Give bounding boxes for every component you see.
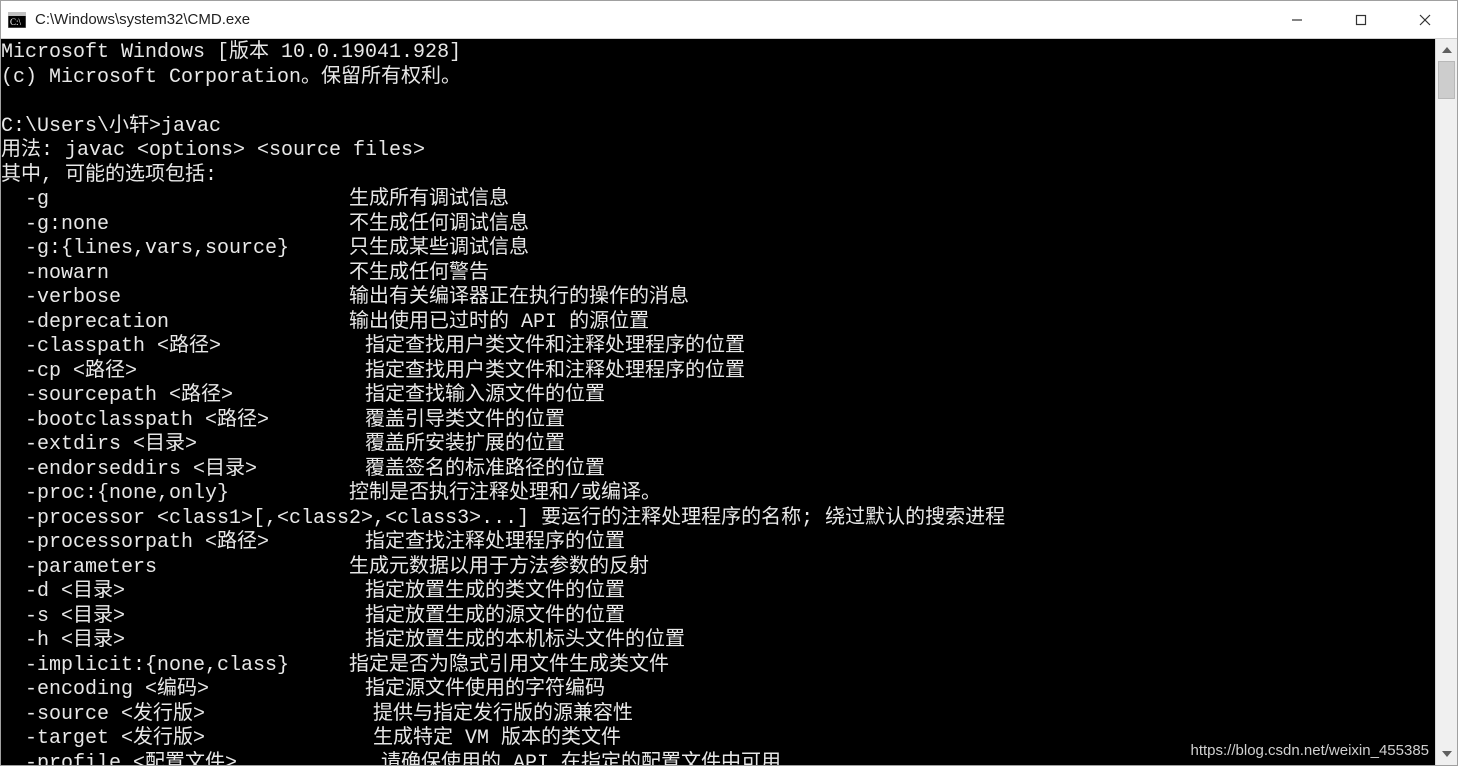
terminal-output[interactable]: Microsoft Windows [版本 10.0.19041.928](c)… <box>1 39 1435 765</box>
terminal-line: Microsoft Windows [版本 10.0.19041.928] <box>1 41 1435 66</box>
cmd-icon: C:\ <box>7 11 27 29</box>
terminal-area: Microsoft Windows [版本 10.0.19041.928](c)… <box>1 39 1457 765</box>
terminal-line: -encoding <编码> 指定源文件使用的字符编码 <box>1 678 1435 703</box>
terminal-line: -source <发行版> 提供与指定发行版的源兼容性 <box>1 703 1435 728</box>
terminal-line: -bootclasspath <路径> 覆盖引导类文件的位置 <box>1 409 1435 434</box>
close-button[interactable] <box>1393 1 1457 39</box>
terminal-line: -extdirs <目录> 覆盖所安装扩展的位置 <box>1 433 1435 458</box>
terminal-line: -nowarn 不生成任何警告 <box>1 262 1435 287</box>
window-title: C:\Windows\system32\CMD.exe <box>35 11 250 28</box>
title-bar[interactable]: C:\ C:\Windows\system32\CMD.exe <box>1 1 1457 39</box>
terminal-line: -h <目录> 指定放置生成的本机标头文件的位置 <box>1 629 1435 654</box>
terminal-line: -g:{lines,vars,source} 只生成某些调试信息 <box>1 237 1435 262</box>
scroll-down-button[interactable] <box>1436 743 1457 765</box>
terminal-line: -d <目录> 指定放置生成的类文件的位置 <box>1 580 1435 605</box>
terminal-line: -deprecation 输出使用已过时的 API 的源位置 <box>1 311 1435 336</box>
minimize-button[interactable] <box>1265 1 1329 39</box>
terminal-line: -verbose 输出有关编译器正在执行的操作的消息 <box>1 286 1435 311</box>
scrollbar-thumb[interactable] <box>1438 61 1455 99</box>
terminal-line: -g:none 不生成任何调试信息 <box>1 213 1435 238</box>
cmd-window: C:\ C:\Windows\system32\CMD.exe Microsof… <box>0 0 1458 766</box>
vertical-scrollbar[interactable] <box>1435 39 1457 765</box>
terminal-line: -cp <路径> 指定查找用户类文件和注释处理程序的位置 <box>1 360 1435 385</box>
terminal-line: -profile <配置文件> 请确保使用的 API 在指定的配置文件中可用 <box>1 752 1435 766</box>
maximize-button[interactable] <box>1329 1 1393 39</box>
terminal-line: -processorpath <路径> 指定查找注释处理程序的位置 <box>1 531 1435 556</box>
terminal-line: -parameters 生成元数据以用于方法参数的反射 <box>1 556 1435 581</box>
terminal-line: -g 生成所有调试信息 <box>1 188 1435 213</box>
terminal-line: -proc:{none,only} 控制是否执行注释处理和/或编译。 <box>1 482 1435 507</box>
svg-text:C:\: C:\ <box>10 17 22 27</box>
terminal-line: -processor <class1>[,<class2>,<class3>..… <box>1 507 1435 532</box>
scrollbar-track[interactable] <box>1436 61 1457 743</box>
terminal-line: -target <发行版> 生成特定 VM 版本的类文件 <box>1 727 1435 752</box>
terminal-line: -classpath <路径> 指定查找用户类文件和注释处理程序的位置 <box>1 335 1435 360</box>
terminal-line: -implicit:{none,class} 指定是否为隐式引用文件生成类文件 <box>1 654 1435 679</box>
terminal-line: -s <目录> 指定放置生成的源文件的位置 <box>1 605 1435 630</box>
terminal-line: -endorseddirs <目录> 覆盖签名的标准路径的位置 <box>1 458 1435 483</box>
scroll-up-button[interactable] <box>1436 39 1457 61</box>
terminal-line: -sourcepath <路径> 指定查找输入源文件的位置 <box>1 384 1435 409</box>
terminal-line: C:\Users\小轩>javac <box>1 115 1435 140</box>
terminal-line <box>1 90 1435 115</box>
terminal-line: 用法: javac <options> <source files> <box>1 139 1435 164</box>
terminal-line: (c) Microsoft Corporation。保留所有权利。 <box>1 66 1435 91</box>
terminal-line: 其中, 可能的选项包括: <box>1 164 1435 189</box>
